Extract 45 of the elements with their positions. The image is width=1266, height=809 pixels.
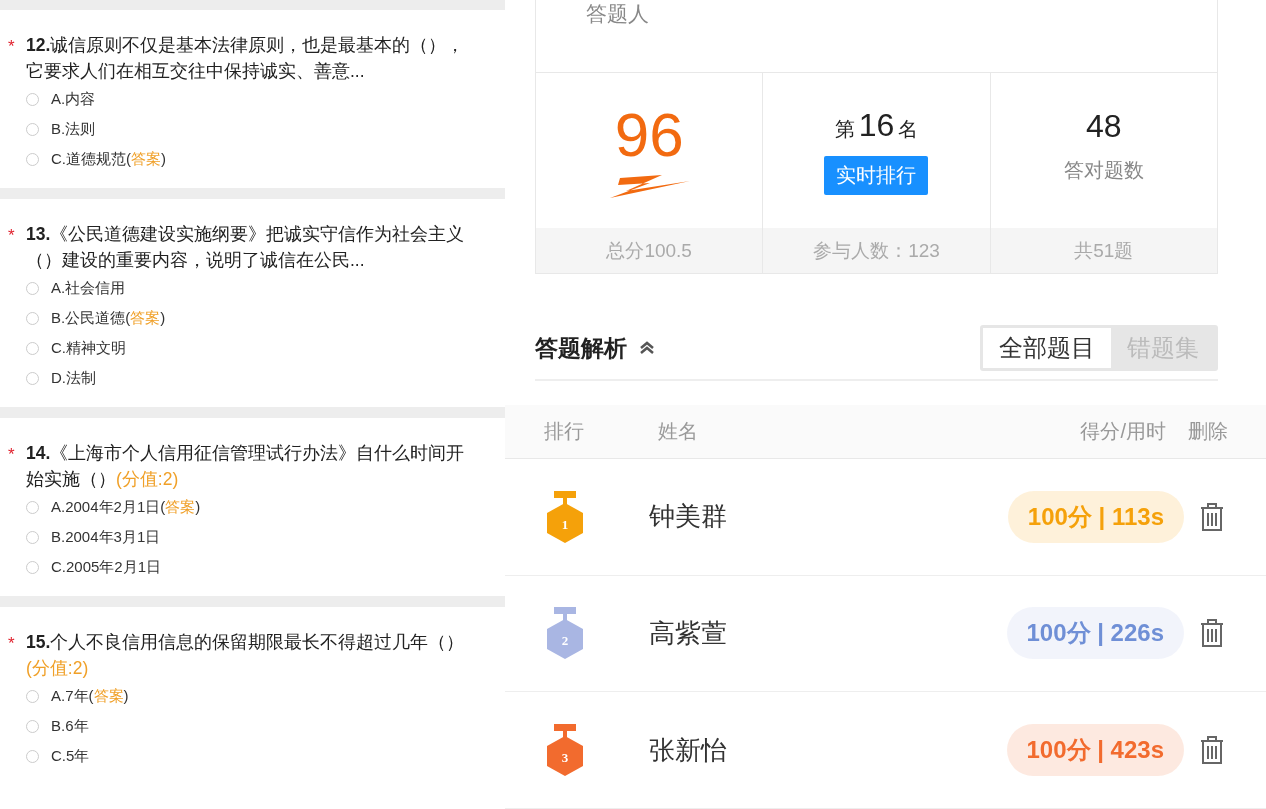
question-text: 15.个人不良信用信息的保留期限最长不得超过几年（） (分值:2): [26, 631, 466, 680]
delete-icon[interactable]: [1198, 501, 1226, 532]
option-label[interactable]: C.精神文明: [51, 338, 126, 358]
participant-name: 高紫萱: [649, 616, 728, 650]
delete-icon[interactable]: [1198, 618, 1226, 649]
summary-footer-text: 参与人数：123: [813, 238, 940, 263]
option-label[interactable]: A.内容: [51, 89, 96, 109]
option-label[interactable]: D.法制: [51, 368, 96, 388]
option-label[interactable]: A.7年(答案): [51, 686, 129, 706]
option-label[interactable]: A.社会信用: [51, 278, 126, 298]
participant-name: 钟美群: [649, 500, 728, 534]
filter-tab[interactable]: 全部题目: [983, 328, 1111, 369]
required-star-icon: *: [8, 440, 26, 463]
option-label[interactable]: B.2004年3月1日: [51, 527, 161, 547]
column-header: 得分/用时: [1080, 418, 1166, 444]
required-star-icon: *: [8, 32, 26, 55]
option-label[interactable]: C.2005年2月1日: [51, 557, 162, 577]
option-label[interactable]: B.法则: [51, 119, 96, 139]
score-time-badge: 100分 | 226s: [1006, 607, 1184, 660]
collapse-icon[interactable]: [639, 341, 655, 356]
question-text: 13.《公民道德建设实施纲要》把诚实守信作为社会主义（）建设的重要内容，说明了诚信在公民...: [26, 223, 466, 272]
rank-text: 第 16 名: [834, 106, 919, 144]
required-star-icon: *: [8, 629, 26, 652]
required-star-icon: *: [8, 221, 26, 244]
column-header: 排行: [544, 418, 585, 444]
respondent-label: 答题人: [586, 2, 649, 25]
option-label[interactable]: A.2004年2月1日(答案): [51, 497, 201, 517]
option-label[interactable]: C.道德规范(答案): [51, 149, 166, 169]
correct-label: 答对题数: [1063, 157, 1144, 183]
delete-icon[interactable]: [1198, 735, 1226, 766]
participant-name: 张新怡: [649, 733, 728, 767]
column-header: 删除: [1188, 418, 1228, 444]
correct-count: 48: [1086, 107, 1122, 145]
score-time-badge: 100分 | 113s: [1007, 490, 1184, 543]
question-text: 14.《上海市个人信用征信管理试行办法》自什么时间开始实施（）(分值:2): [26, 442, 466, 491]
score-time-badge: 100分 | 423s: [1006, 724, 1184, 777]
question-text: 12.诚信原则不仅是基本法律原则，也是最基本的（），它要求人们在相互交往中保持诚实、善意...: [26, 34, 466, 83]
option-label[interactable]: C.5年: [51, 746, 90, 766]
summary-footer-text: 共51题: [1074, 238, 1134, 263]
option-label[interactable]: B.公民道德(答案): [51, 308, 166, 328]
option-label[interactable]: B.6年: [51, 716, 89, 736]
summary-footer-text: 总分100.5: [606, 238, 692, 263]
column-header: 姓名: [658, 418, 699, 444]
score-value: 96: [614, 102, 684, 167]
section-title: 答题解析: [535, 333, 627, 363]
